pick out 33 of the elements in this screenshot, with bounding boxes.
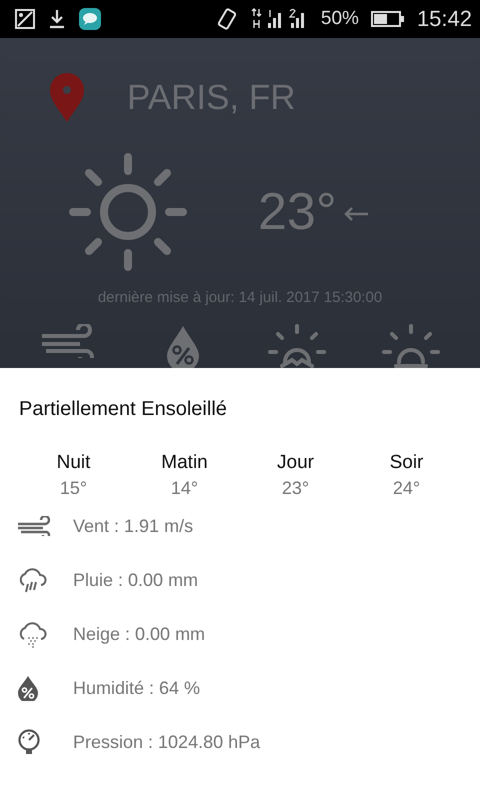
- city-name: PARIS, FR: [127, 78, 296, 118]
- image-icon: [14, 8, 36, 30]
- weather-condition: Partiellement Ensoleillé: [18, 397, 228, 421]
- sunset-icon: [382, 324, 440, 368]
- detail-text: Pluie : 0.00 mm: [73, 570, 198, 590]
- period-temperature: 23°: [282, 478, 310, 499]
- period-label: Nuit: [56, 452, 90, 474]
- period-label: Jour: [277, 452, 314, 474]
- detail-text: Vent : 1.91 m/s: [73, 516, 194, 536]
- rain-cloud-icon: [17, 566, 47, 594]
- snow-cloud-icon: [17, 620, 47, 648]
- pressure-gauge-icon: [17, 729, 41, 755]
- wind-icon: [17, 516, 53, 536]
- download-icon: [48, 8, 66, 30]
- sun-icon: [69, 153, 187, 271]
- location-pin-icon: [49, 73, 85, 123]
- period-temperature: 24°: [392, 478, 420, 499]
- current-temperature: 23°: [258, 182, 337, 242]
- sunrise-icon: [268, 324, 326, 368]
- period-temperature: 15°: [60, 478, 88, 499]
- battery-percent: 50%: [320, 8, 359, 30]
- detail-text: Neige : 0.00 mm: [73, 624, 206, 644]
- clock-time: 15:42: [416, 6, 472, 32]
- detail-text: Pression : 1024.80 hPa: [73, 732, 260, 752]
- humidity-drop-icon: [17, 675, 39, 701]
- detail-text: Humidité : 64 %: [73, 678, 200, 698]
- period-temperature: 14°: [170, 478, 198, 499]
- period-label: Soir: [390, 452, 424, 474]
- phone-rotate-icon: [216, 7, 239, 31]
- arrow-left-icon: [342, 206, 369, 222]
- chat-icon: [78, 7, 102, 31]
- period-label: Matin: [161, 452, 208, 474]
- battery-icon: [370, 9, 405, 29]
